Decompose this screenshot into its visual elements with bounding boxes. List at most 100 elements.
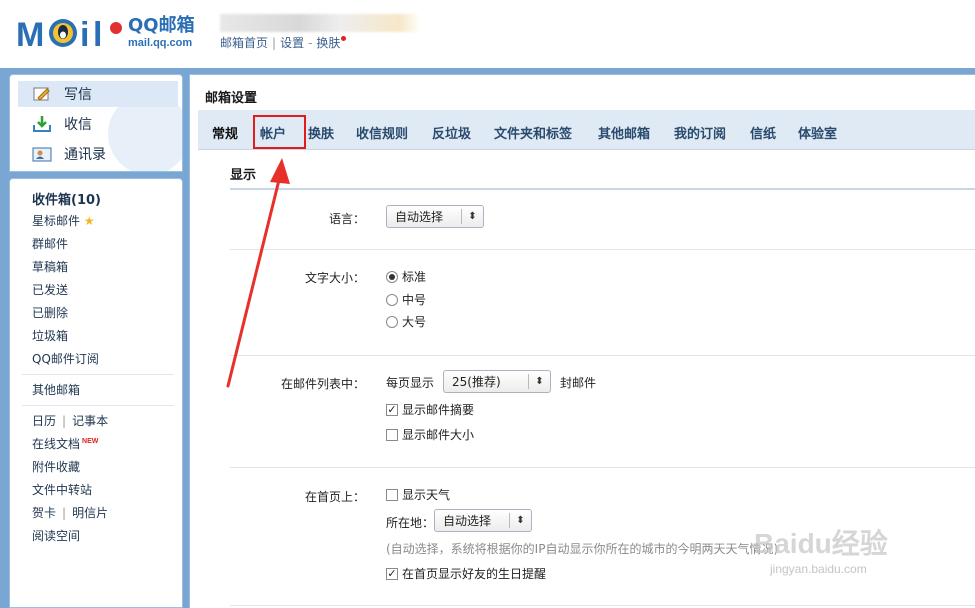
header: M i l QQ邮箱 mail.qq.com 邮箱首页 | 设置 - 换肤	[0, 0, 975, 68]
updown-arrows-icon: ⬍	[461, 209, 483, 224]
tab-folders-labels[interactable]: 文件夹和标签	[494, 123, 572, 142]
per-page-select-value: 25(推荐)	[452, 375, 501, 389]
folder-spam[interactable]: 垃圾箱	[32, 327, 68, 344]
write-mail-button[interactable]: 写信	[18, 81, 178, 107]
write-mail-label: 写信	[64, 87, 92, 103]
file-transfer-link[interactable]: 文件中转站	[32, 481, 92, 498]
checkmark-icon: ✓	[386, 567, 398, 580]
font-size-large-label: 大号	[402, 315, 427, 329]
change-skin-link[interactable]: 换肤	[316, 36, 340, 50]
annotation-arrow	[226, 158, 290, 388]
section-divider	[230, 188, 975, 190]
checkmark-icon: ✓	[386, 403, 398, 416]
birthday-reminder-label: 在首页显示好友的生日提醒	[402, 567, 547, 581]
per-page-suffix: 封邮件	[560, 376, 597, 390]
online-docs-label: 在线文档	[32, 437, 81, 451]
contacts-button[interactable]: 通讯录	[18, 141, 178, 167]
greeting-cards-link[interactable]: 贺卡	[32, 506, 56, 520]
checkbox-empty	[386, 428, 398, 441]
tab-antispam[interactable]: 反垃圾	[432, 123, 471, 142]
svg-text:l: l	[93, 16, 102, 52]
row-divider	[230, 605, 975, 606]
birthday-reminder-checkbox[interactable]: ✓ 在首页显示好友的生日提醒	[386, 565, 546, 582]
location-select[interactable]: 自动选择 ⬍	[434, 509, 532, 532]
font-size-medium-label: 中号	[402, 293, 427, 307]
divider	[22, 374, 174, 375]
folder-sent[interactable]: 已发送	[32, 281, 68, 298]
radio-unchecked	[386, 293, 398, 306]
font-size-standard-radio[interactable]: 标准	[386, 268, 426, 285]
tools-row-calendar-notes: 日历 | 记事本	[32, 412, 108, 429]
inbox-download-icon	[32, 115, 52, 133]
logo-url: mail.qq.com	[128, 37, 193, 49]
receive-mail-label: 收信	[64, 117, 92, 133]
link-divider: |	[272, 36, 277, 50]
font-size-medium-radio[interactable]: 中号	[386, 291, 426, 308]
radio-unchecked	[386, 315, 398, 328]
show-weather-checkbox[interactable]: 显示天气	[386, 486, 450, 503]
calendar-link[interactable]: 日历	[32, 414, 56, 428]
svg-text:M: M	[16, 16, 44, 52]
settings-link[interactable]: 设置	[280, 36, 304, 50]
show-weather-label: 显示天气	[402, 488, 451, 502]
new-badge: NEW	[82, 438, 99, 445]
homepage-label: 在首页上：	[304, 490, 365, 504]
settings-tabs: 常规 帐户 换肤 收信规则 反垃圾 文件夹和标签 其他邮箱 我的订阅 信纸 体验…	[198, 110, 975, 150]
baidu-jingyan-watermark: Baidu经验 jingyan.baidu.com	[742, 498, 942, 588]
updown-arrows-icon: ⬍	[528, 374, 550, 389]
font-size-standard-label: 标准	[402, 270, 427, 284]
watermark-text: Baidu经验	[754, 528, 888, 559]
folder-inbox[interactable]: 收件箱(10)	[32, 189, 101, 208]
per-page-select[interactable]: 25(推荐) ⬍	[443, 370, 551, 393]
tab-other-mailboxes[interactable]: 其他邮箱	[598, 123, 650, 142]
show-size-checkbox[interactable]: 显示邮件大小	[386, 426, 474, 443]
top-links: 邮箱首页 | 设置 - 换肤	[220, 34, 347, 51]
tab-rules[interactable]: 收信规则	[356, 123, 408, 142]
receive-mail-button[interactable]: 收信	[18, 111, 178, 137]
folder-starred[interactable]: 星标邮件 ★	[32, 212, 95, 229]
mail-home-link[interactable]: 邮箱首页	[220, 36, 268, 50]
updown-arrows-icon: ⬍	[509, 513, 531, 528]
attachments-link[interactable]: 附件收藏	[32, 458, 80, 475]
show-size-label: 显示邮件大小	[402, 428, 475, 442]
location-hint: (自动选择，系统将根据你的IP自动显示你所在的城市的今明两天天气情况)	[386, 542, 779, 556]
tab-my-subscriptions[interactable]: 我的订阅	[674, 123, 726, 142]
logo-title: QQ邮箱	[128, 15, 195, 36]
checkbox-empty	[386, 488, 398, 501]
star-icon: ★	[83, 214, 95, 228]
row-divider	[230, 355, 975, 356]
svg-text:i: i	[80, 16, 89, 52]
logo-text: QQ邮箱 mail.qq.com	[128, 16, 195, 50]
show-summary-label: 显示邮件摘要	[402, 403, 475, 417]
folder-other-mailboxes[interactable]: 其他邮箱	[32, 381, 80, 398]
show-summary-checkbox[interactable]: ✓ 显示邮件摘要	[386, 401, 474, 418]
qqmail-logo[interactable]: M i l	[16, 14, 126, 52]
tab-stationery[interactable]: 信纸	[750, 123, 776, 142]
folder-drafts[interactable]: 草稿箱	[32, 258, 68, 275]
font-size-large-radio[interactable]: 大号	[386, 313, 426, 330]
row-divider	[230, 249, 975, 250]
notification-dot	[341, 36, 347, 41]
folder-deleted[interactable]: 已删除	[32, 304, 68, 321]
notes-link[interactable]: 记事本	[72, 414, 108, 428]
tab-skin[interactable]: 换肤	[308, 123, 334, 142]
location-label: 所在地：	[386, 516, 435, 530]
online-docs-link[interactable]: 在线文档 NEW	[32, 435, 98, 452]
language-select-value: 自动选择	[395, 210, 444, 224]
folder-subscriptions[interactable]: QQ邮件订阅	[32, 350, 99, 367]
tab-lab[interactable]: 体验室	[798, 123, 837, 142]
postcards-link[interactable]: 明信片	[72, 506, 108, 520]
folder-group[interactable]: 群邮件	[32, 235, 68, 252]
language-select[interactable]: 自动选择 ⬍	[386, 205, 484, 228]
pipe-divider: |	[62, 414, 67, 428]
account-name-blurred	[220, 14, 420, 32]
location-select-value: 自动选择	[443, 514, 492, 528]
reading-space-link[interactable]: 阅读空间	[32, 527, 80, 544]
quick-actions-panel: 写信 收信 通讯录	[9, 74, 183, 172]
per-page-prefix: 每页显示	[386, 376, 435, 390]
page-title: 邮箱设置	[205, 91, 258, 106]
tools-row-cards: 贺卡 | 明信片	[32, 504, 108, 521]
contacts-card-icon	[32, 145, 52, 163]
radio-checked	[386, 270, 398, 283]
divider	[22, 405, 174, 406]
